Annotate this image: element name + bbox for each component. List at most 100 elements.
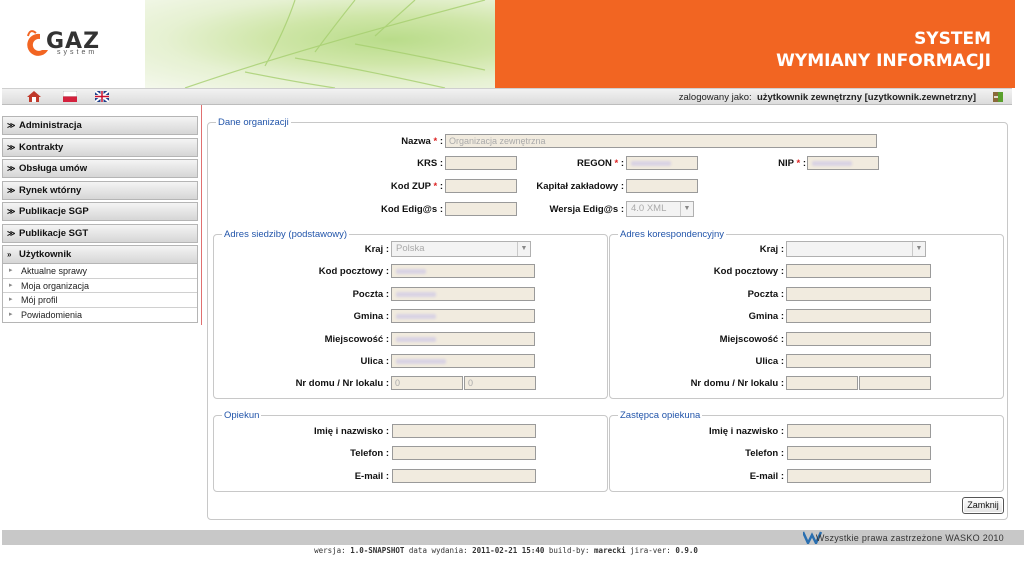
opiekun-email-field[interactable] bbox=[392, 469, 536, 483]
sidebar-item-administracja[interactable]: ≫ Administracja bbox=[2, 116, 198, 135]
miejscowosc-field[interactable] bbox=[391, 332, 535, 346]
nr-domu-field[interactable]: 0 bbox=[391, 376, 463, 390]
sidebar-divider bbox=[201, 105, 202, 325]
chevron-down-icon: ≫ bbox=[7, 164, 16, 173]
wersja-select[interactable]: 4.0 XML ▼ bbox=[626, 201, 694, 217]
header-orange-panel: SYSTEM WYMIANY INFORMACJI bbox=[495, 0, 1015, 88]
flag-pl-icon[interactable] bbox=[63, 91, 77, 102]
toolbar: zalogowany jako: użytkownik zewnętrzny [… bbox=[2, 88, 1012, 105]
zastepca-telefon-field[interactable] bbox=[787, 446, 931, 460]
login-user: użytkownik zewnętrzny [uzytkownik.zewnet… bbox=[756, 92, 976, 103]
nr-domu-label: Nr domu / Nr lokalu : bbox=[295, 378, 389, 389]
sidebar-item-label: Kontrakty bbox=[19, 141, 64, 153]
kraj-select[interactable]: Polska ▼ bbox=[391, 241, 531, 257]
corr-miejscowosc-label: Miejscowość : bbox=[719, 334, 784, 345]
login-info: zalogowany jako: użytkownik zewnętrzny [… bbox=[679, 92, 976, 103]
corr-ulica-field[interactable] bbox=[786, 354, 931, 368]
kodedig-field[interactable] bbox=[445, 202, 517, 216]
system-title-line2: WYMIANY INFORMACJI bbox=[776, 51, 991, 71]
sidebar: ≫ Administracja ≫ Kontrakty ≫ Obsługa umów … bbox=[2, 116, 198, 323]
nip-field[interactable] bbox=[807, 156, 879, 170]
sidebar-subitem-powiadomienia[interactable]: ▸ Powiadomienia bbox=[3, 308, 197, 323]
sidebar-item-obsluga-umow[interactable]: ≫ Obsługa umów bbox=[2, 159, 198, 178]
poczta-label: Poczta : bbox=[352, 289, 389, 300]
opiekun-legend: Opiekun bbox=[222, 410, 262, 421]
regon-label: REGON * : bbox=[577, 158, 624, 169]
sidebar-subitem-moja-organizacja[interactable]: ▸ Moja organizacja bbox=[3, 279, 197, 293]
kod-pocztowy-field[interactable] bbox=[391, 264, 535, 278]
sidebar-subitem-moj-profil[interactable]: ▸ Mój profil bbox=[3, 293, 197, 308]
opiekun-email-label: E-mail : bbox=[354, 471, 389, 482]
kapital-field[interactable] bbox=[626, 179, 698, 193]
triangle-right-icon: ▸ bbox=[9, 267, 13, 274]
version-info: wersja: 1.0-SNAPSHOT data wydania: 2011-… bbox=[314, 546, 698, 555]
zastepca-telefon-label: Telefon : bbox=[745, 448, 784, 459]
corr-poczta-label: Poczta : bbox=[747, 289, 784, 300]
opiekun-imie-field[interactable] bbox=[392, 424, 536, 438]
miejscowosc-label: Miejscowość : bbox=[324, 334, 389, 345]
chevron-down-icon: ▼ bbox=[517, 242, 530, 256]
zastepca-legend: Zastępca opiekuna bbox=[618, 410, 703, 421]
nazwa-field[interactable]: Organizacja zewnętrzna bbox=[445, 134, 877, 148]
sidebar-submenu-uzytkownik: ▸ Aktualne sprawy ▸ Moja organizacja ▸ Mój … bbox=[2, 264, 198, 323]
leaf-banner-image bbox=[145, 0, 495, 88]
home-icon[interactable] bbox=[27, 91, 41, 102]
triangle-right-icon: ▸ bbox=[9, 296, 13, 303]
opiekun-telefon-field[interactable] bbox=[392, 446, 536, 460]
corr-miejscowosc-field[interactable] bbox=[786, 332, 931, 346]
sidebar-item-kontrakty[interactable]: ≫ Kontrakty bbox=[2, 137, 198, 157]
chevron-down-icon: ≫ bbox=[7, 185, 16, 195]
corr-nr-lokalu-field[interactable] bbox=[859, 376, 931, 390]
wersja-label: Wersja Edig@s : bbox=[549, 204, 624, 215]
opiekun-telefon-label: Telefon : bbox=[350, 448, 389, 459]
chevron-down-icon: ≫ bbox=[7, 228, 16, 238]
sidebar-item-uzytkownik[interactable]: » Użytkownik bbox=[2, 245, 198, 264]
copyright-text: Wszystkie prawa zastrzeżone WASKO 2010 bbox=[815, 533, 1004, 543]
zastepca-email-field[interactable] bbox=[787, 469, 931, 483]
corr-kraj-label: Kraj : bbox=[759, 244, 784, 255]
sidebar-subitem-label: Mój profil bbox=[21, 295, 58, 305]
ulica-field[interactable] bbox=[391, 354, 535, 368]
nr-lokalu-field[interactable]: 0 bbox=[464, 376, 536, 390]
sidebar-subitem-label: Powiadomienia bbox=[21, 309, 83, 320]
address-main-legend: Adres siedziby (podstawowy) bbox=[222, 229, 350, 240]
sidebar-item-publikacje-sgt[interactable]: ≫ Publikacje SGT bbox=[2, 223, 198, 243]
kodzup-field[interactable] bbox=[445, 179, 517, 193]
organization-panel: Dane organizacji Nazwa * : Organizacja z… bbox=[207, 117, 1008, 520]
sidebar-subitem-label: Aktualne sprawy bbox=[21, 266, 88, 276]
chevron-down-icon: ▼ bbox=[680, 202, 693, 216]
gmina-field[interactable] bbox=[391, 309, 535, 323]
zastepca-imie-field[interactable] bbox=[787, 424, 931, 438]
sidebar-item-rynek-wtorny[interactable]: ≫ Rynek wtórny bbox=[2, 180, 198, 200]
corr-nr-domu-field[interactable] bbox=[786, 376, 858, 390]
corr-gmina-label: Gmina : bbox=[748, 311, 784, 322]
kodzup-label: Kod ZUP * : bbox=[390, 181, 443, 192]
zastepca-email-label: E-mail : bbox=[749, 471, 784, 482]
corr-kod-label: Kod pocztowy : bbox=[713, 266, 784, 277]
sidebar-item-label: Publikacje SGP bbox=[19, 206, 89, 217]
sidebar-item-publikacje-sgp[interactable]: ≫ Publikacje SGP bbox=[2, 202, 198, 221]
sidebar-item-label: Obsługa umów bbox=[19, 163, 88, 174]
chevron-down-icon: ≫ bbox=[7, 142, 16, 152]
triangle-right-icon: ▸ bbox=[9, 310, 13, 318]
sidebar-subitem-aktualne-sprawy[interactable]: ▸ Aktualne sprawy bbox=[3, 264, 197, 279]
sidebar-item-label: Użytkownik bbox=[19, 249, 72, 260]
kod-pocztowy-label: Kod pocztowy : bbox=[318, 266, 389, 277]
krs-label: KRS : bbox=[417, 158, 443, 169]
ulica-label: Ulica : bbox=[360, 356, 389, 367]
corr-nr-label: Nr domu / Nr lokalu : bbox=[690, 378, 784, 389]
sidebar-item-label: Administracja bbox=[19, 120, 82, 131]
corr-kraj-select[interactable]: ▼ bbox=[786, 241, 926, 257]
krs-field[interactable] bbox=[445, 156, 517, 170]
system-title: SYSTEM WYMIANY INFORMACJI bbox=[776, 28, 991, 72]
flag-en-icon[interactable] bbox=[95, 91, 109, 102]
corr-gmina-field[interactable] bbox=[786, 309, 931, 323]
chevron-down-icon: ▼ bbox=[912, 242, 925, 256]
header: GAZ system SYSTEM WYMIANY INFORMACJI bbox=[0, 0, 1024, 88]
poczta-field[interactable] bbox=[391, 287, 535, 301]
corr-poczta-field[interactable] bbox=[786, 287, 931, 301]
close-button[interactable]: Zamknij bbox=[962, 497, 1004, 514]
corr-kod-field[interactable] bbox=[786, 264, 931, 278]
logout-icon[interactable] bbox=[992, 91, 1004, 103]
regon-field[interactable] bbox=[626, 156, 698, 170]
